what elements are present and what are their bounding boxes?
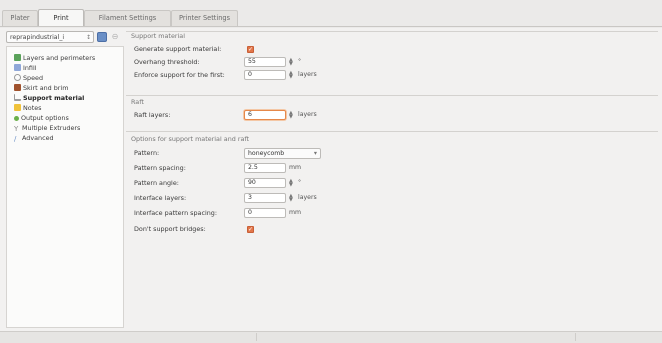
overhang-unit: ° [298,58,302,65]
pattern-angle-spinner[interactable]: ▲ ▼ [289,179,293,188]
raft-layers-input[interactable]: 6 [244,110,286,120]
settings-sidebar: reprapindustrial_i ↕ ⊖ Layers and perime… [6,31,124,328]
tab-plater[interactable]: Plater [2,10,38,26]
tree-item-speed[interactable]: Speed [14,73,43,83]
chevron-down-icon: ▾ [313,150,317,157]
tree-item-label: Advanced [22,134,54,142]
tree-item-layers[interactable]: Layers and perimeters [14,53,95,63]
layers-icon [14,54,21,61]
tree-item-label: Output options [21,114,69,122]
pattern-angle-label: Pattern angle: [134,179,179,187]
enforce-support-label: Enforce support for the first: [134,71,225,79]
settings-category-tree: Layers and perimeters Infill Speed Skirt… [6,46,124,328]
infill-icon [14,64,21,71]
support-settings-panel: Support material Generate support materi… [126,31,658,328]
pattern-spacing-label: Pattern spacing: [134,164,186,172]
status-bar-section [0,333,257,341]
output-icon [14,116,19,121]
pattern-angle-input[interactable]: 90 [244,178,286,188]
tree-item-label: Support material [23,94,85,102]
tree-item-label: Multiple Extruders [22,124,81,132]
support-icon [14,94,21,101]
tree-item-label: Notes [23,104,42,112]
pattern-label: Pattern: [134,149,160,157]
interface-spacing-input[interactable]: 0 [244,208,286,218]
status-bar-section [495,333,576,341]
overhang-threshold-input[interactable]: 55 [244,57,286,67]
raft-layers-unit: layers [298,111,317,118]
interface-layers-label: Interface layers: [134,194,187,202]
tree-item-label: Speed [23,74,44,82]
support-material-group: Support material Generate support materi… [126,31,658,88]
dont-support-bridges-label: Don't support bridges: [134,225,206,233]
group-title: Support material [131,32,185,40]
group-title: Raft [131,98,144,106]
interface-spacing-label: Interface pattern spacing: [134,209,218,217]
generate-support-checkbox[interactable]: ✓ [247,46,254,53]
pattern-value: honeycomb [248,150,285,157]
raft-layers-spinner[interactable]: ▲ ▼ [289,111,293,120]
notes-icon [14,104,21,111]
preset-value: reprapindustrial_i [10,34,65,41]
raft-group: Raft Raft layers: 6 ▲ ▼ layers [126,95,658,126]
interface-layers-unit: layers [298,194,317,201]
tree-item-extruders[interactable]: Y Multiple Extruders [14,123,80,133]
updown-arrow-icon: ↕ [85,34,91,41]
tree-item-skirt[interactable]: Skirt and brim [14,83,68,93]
delete-preset-button[interactable]: ⊖ [110,32,120,42]
extruders-icon: Y [14,125,19,133]
tree-item-label: Infill [23,64,37,72]
enforce-unit: layers [298,71,317,78]
dont-support-bridges-checkbox[interactable]: ✓ [247,226,254,233]
status-bar [0,331,662,343]
tree-item-notes[interactable]: Notes [14,103,41,113]
tab-filament-settings[interactable]: Filament Settings [84,10,171,26]
speed-icon [14,74,21,81]
tree-item-support[interactable]: Support material [14,93,84,103]
interface-spacing-unit: mm [289,209,302,216]
pattern-spacing-input[interactable]: 2.5 [244,163,286,173]
group-title: Options for support material and raft [131,135,250,143]
tree-item-infill[interactable]: Infill [14,63,37,73]
pattern-select[interactable]: honeycomb ▾ [244,148,321,159]
interface-layers-input[interactable]: 3 [244,193,286,203]
preset-select[interactable]: reprapindustrial_i ↕ [6,31,94,43]
tab-bar: Plater Print Settings Filament Settings … [0,0,662,39]
tree-item-label: Layers and perimeters [23,54,96,62]
wrench-icon: / [14,135,17,143]
skirt-icon [14,84,21,91]
tab-printer-settings[interactable]: Printer Settings [171,10,238,26]
generate-support-label: Generate support material: [134,45,222,53]
enforce-support-input[interactable]: 0 [244,70,286,80]
overhang-spinner[interactable]: ▲ ▼ [289,58,293,67]
enforce-spinner[interactable]: ▲ ▼ [289,71,293,80]
tab-divider [0,26,662,27]
tree-item-advanced[interactable]: / Advanced [14,133,54,143]
pattern-angle-unit: ° [298,179,302,186]
pattern-spacing-unit: mm [289,164,302,171]
tree-item-output[interactable]: Output options [14,113,69,123]
save-preset-button[interactable] [97,32,107,42]
overhang-threshold-label: Overhang threshold: [134,58,200,66]
interface-layers-spinner[interactable]: ▲ ▼ [289,194,293,203]
tree-item-label: Skirt and brim [23,84,69,92]
raft-layers-label: Raft layers: [134,111,171,119]
tab-print-settings[interactable]: Print Settings [38,9,84,39]
support-raft-options-group: Options for support material and raft Pa… [126,131,658,244]
